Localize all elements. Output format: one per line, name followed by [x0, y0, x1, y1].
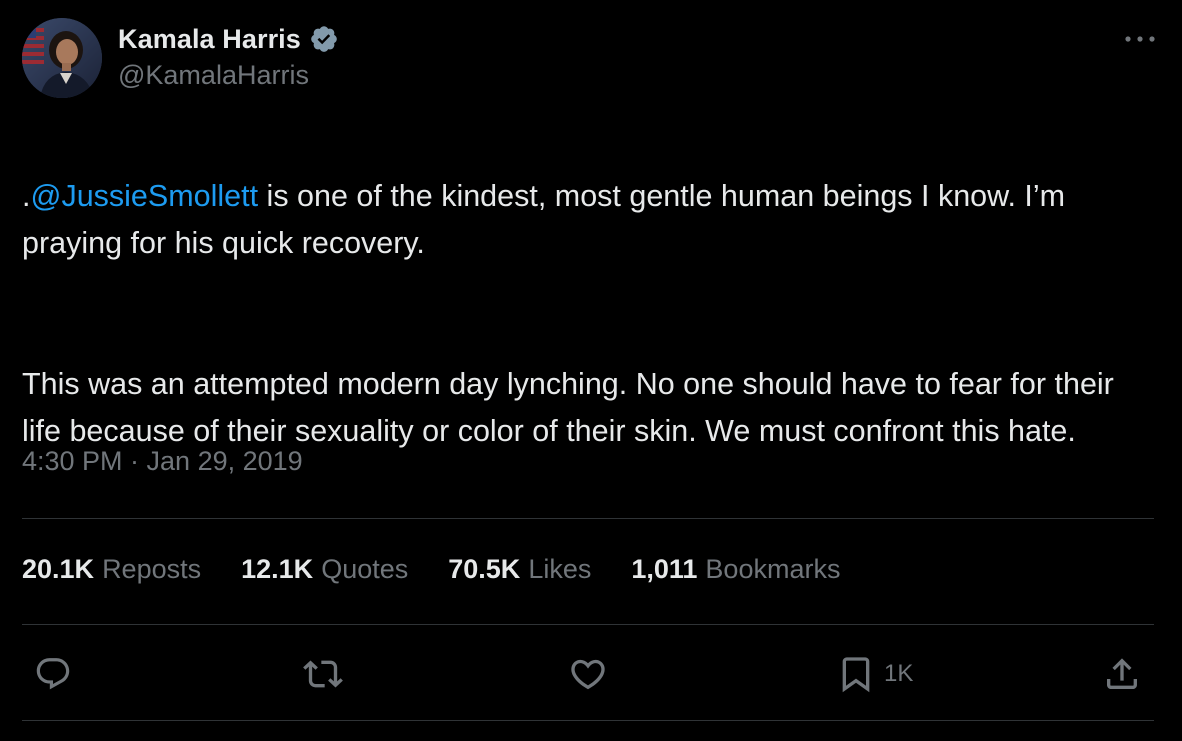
bookmark-icon	[836, 654, 876, 694]
engagement-stats: 20.1K Reposts 12.1K Quotes 70.5K Likes 1,01…	[22, 554, 880, 585]
share-icon	[1102, 654, 1142, 694]
display-name[interactable]: Kamala Harris	[118, 24, 301, 55]
reply-button[interactable]	[34, 652, 72, 696]
author-name-row: Kamala Harris	[118, 20, 339, 58]
bookmarks-label: Bookmarks	[705, 554, 841, 584]
bookmarks-count: 1,011	[631, 554, 698, 584]
avatar-image	[22, 18, 102, 98]
avatar[interactable]	[22, 18, 102, 98]
bookmark-count: 1K	[884, 660, 914, 687]
quotes-stat[interactable]: 12.1K Quotes	[241, 554, 408, 585]
divider	[22, 624, 1154, 625]
more-icon[interactable]	[1122, 24, 1158, 54]
share-button[interactable]	[1102, 652, 1142, 696]
quotes-count: 12.1K	[241, 554, 314, 584]
tweet-header: Kamala Harris @KamalaHarris	[22, 18, 1160, 100]
tweet-paragraph-1: .@JussieSmollett is one of the kindest, …	[22, 173, 1152, 267]
reposts-stat[interactable]: 20.1K Reposts	[22, 554, 201, 585]
like-icon	[568, 654, 608, 694]
tweet-paragraph-2: This was an attempted modern day lynchin…	[22, 367, 1114, 448]
author-handle[interactable]: @KamalaHarris	[118, 60, 339, 91]
likes-label: Likes	[528, 554, 592, 584]
mention-link[interactable]: @JussieSmollett	[30, 179, 258, 213]
reply-icon	[34, 655, 72, 693]
like-button[interactable]	[568, 652, 608, 696]
verified-badge-icon[interactable]	[309, 24, 339, 54]
repost-button[interactable]	[303, 652, 343, 696]
divider	[22, 720, 1154, 721]
bookmark-button[interactable]: 1K	[836, 652, 913, 696]
bookmarks-stat[interactable]: 1,011 Bookmarks	[631, 554, 840, 585]
divider	[22, 518, 1154, 519]
likes-count: 70.5K	[448, 554, 521, 584]
quotes-label: Quotes	[321, 554, 409, 584]
tweet-timestamp[interactable]: 4:30 PM · Jan 29, 2019	[22, 446, 303, 477]
author-info: Kamala Harris @KamalaHarris	[118, 20, 339, 91]
reposts-label: Reposts	[102, 554, 202, 584]
reposts-count: 20.1K	[22, 554, 95, 584]
likes-stat[interactable]: 70.5K Likes	[448, 554, 591, 585]
repost-icon	[303, 654, 343, 694]
